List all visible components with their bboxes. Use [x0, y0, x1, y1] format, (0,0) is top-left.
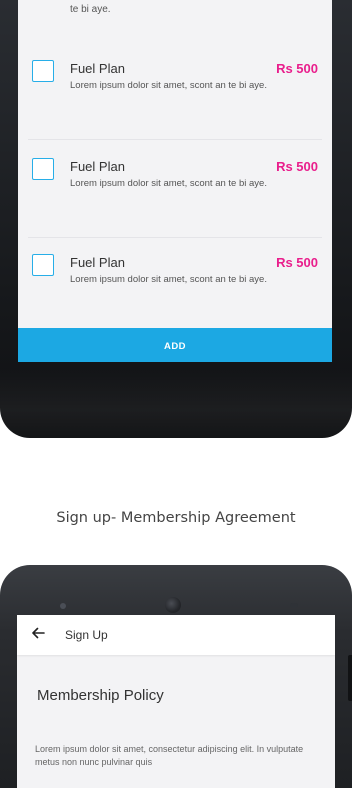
plan-checkbox[interactable] [32, 158, 54, 180]
plan-list-item[interactable]: Fuel Plan Rs 500 Lorem ipsum dolor sit a… [18, 246, 332, 334]
plan-price: Rs 500 [276, 159, 318, 174]
plan-list-item[interactable]: Fuel Plan Rs 500 Lorem ipsum dolor sit a… [18, 150, 332, 238]
plan-title: Fuel Plan [70, 61, 125, 76]
phone-bezel-highlight [0, 368, 352, 438]
plan-description: Lorem ipsum dolor sit amet, scont an te … [70, 178, 267, 189]
arrow-left-icon[interactable] [29, 624, 47, 642]
page-title: Membership Policy [37, 687, 164, 704]
plan-checkbox[interactable] [32, 254, 54, 276]
membership-policy-screen: Sign Up Membership Policy Lorem ipsum do… [17, 615, 335, 788]
phone-side-button [348, 655, 352, 701]
list-divider [28, 237, 322, 238]
screen-caption: Sign up- Membership Agreement [56, 510, 296, 526]
app-bar: Sign Up [17, 615, 335, 655]
phone-frame-top: te bi aye. Fuel Plan Rs 500 Lorem ipsum … [0, 0, 352, 438]
phone-frame-bottom: Sign Up Membership Policy Lorem ipsum do… [0, 565, 352, 788]
list-item-partial-text: te bi aye. [70, 4, 111, 15]
plan-title: Fuel Plan [70, 159, 125, 174]
front-camera-icon [165, 597, 181, 613]
plan-price: Rs 500 [276, 61, 318, 76]
plan-checkbox[interactable] [32, 60, 54, 82]
policy-text: Lorem ipsum dolor sit amet, consectetur … [35, 744, 304, 767]
plan-list-item[interactable]: Fuel Plan Rs 500 Lorem ipsum dolor sit a… [18, 52, 332, 140]
plan-list-screen: te bi aye. Fuel Plan Rs 500 Lorem ipsum … [18, 0, 332, 362]
speaker-icon [290, 603, 298, 608]
plan-price: Rs 500 [276, 255, 318, 270]
plan-description: Lorem ipsum dolor sit amet, scont an te … [70, 274, 267, 285]
add-button[interactable]: ADD [18, 328, 332, 362]
plan-description: Lorem ipsum dolor sit amet, scont an te … [70, 80, 267, 91]
plan-title: Fuel Plan [70, 255, 125, 270]
sensor-icon [60, 603, 66, 609]
app-bar-title: Sign Up [65, 628, 108, 642]
list-divider [28, 139, 322, 140]
